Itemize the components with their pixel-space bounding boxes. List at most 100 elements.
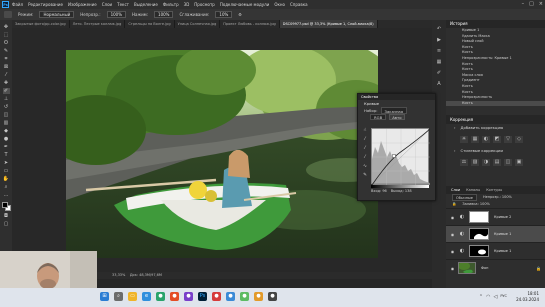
app-icon[interactable]: ● — [240, 292, 249, 301]
tab-document-4[interactable]: Улица Солнечная.jpg — [175, 20, 221, 28]
path-select-tool-icon[interactable]: ➤ — [3, 160, 10, 166]
background-layer-thumbnail[interactable] — [458, 262, 476, 274]
pressure-input[interactable]: 100% — [154, 11, 174, 18]
eyedropper-tool-icon[interactable]: ⁄ — [3, 72, 10, 78]
type-tool-icon[interactable]: T — [3, 152, 10, 158]
minimize-icon[interactable]: – — [522, 1, 525, 7]
eye-icon[interactable]: ◉ — [450, 215, 455, 220]
layer-name[interactable]: Кривые 1 — [494, 249, 511, 253]
menu-edit[interactable]: Редактирование — [28, 2, 63, 7]
mode-dropdown[interactable]: Нормальный — [39, 11, 75, 18]
app-icon[interactable]: ● — [268, 292, 277, 301]
history-item-selected[interactable]: Кисть — [446, 100, 545, 107]
brush-tool-icon[interactable]: ✐ — [2, 88, 10, 94]
tab-document-1[interactable]: Закрытые фото/pp-color.jpg — [12, 20, 70, 28]
marquee-tool-icon[interactable]: ⬚ — [3, 32, 10, 38]
settings-gear-icon[interactable]: ⚙ — [238, 12, 242, 17]
layer-mask-thumbnail[interactable] — [469, 211, 489, 223]
eye-icon[interactable]: ◉ — [450, 266, 455, 271]
quick-mask-icon[interactable]: ◘ — [3, 213, 10, 219]
menu-view[interactable]: Просмотр — [194, 2, 215, 7]
app-icon[interactable]: ● — [170, 292, 179, 301]
history-panel-title[interactable]: История — [446, 20, 545, 28]
history-brush-tool-icon[interactable]: ↺ — [3, 104, 10, 110]
layer-mask-thumbnail[interactable] — [469, 245, 489, 257]
brush-panel-icon[interactable]: ✐ — [436, 70, 443, 77]
photoshop-logo-icon[interactable]: Ps — [2, 1, 9, 8]
chevron-up-icon[interactable]: ⌃ — [479, 294, 483, 300]
layer-row-selected[interactable]: ◉ ◐ Кривые 1 — [446, 225, 545, 242]
swatches-panel-icon[interactable]: ▦ — [436, 59, 443, 66]
channel-dropdown[interactable]: RGB — [370, 114, 387, 120]
white-point-eyedropper-icon[interactable]: ⁄ — [362, 155, 368, 161]
properties-panel-icon[interactable]: ≡ — [436, 48, 443, 55]
channel-mixer-icon[interactable]: ▤ — [493, 159, 501, 166]
taskbar-clock[interactable]: 18:01 24.03.2024 — [516, 291, 539, 303]
color-lookup-icon[interactable]: ◫ — [504, 159, 512, 166]
menu-layer[interactable]: Слои — [102, 2, 112, 7]
quick-select-tool-icon[interactable]: ✎ — [3, 48, 10, 54]
language-indicator[interactable]: РУС — [500, 294, 507, 300]
curves-graph[interactable] — [371, 128, 431, 186]
photo-filter-icon[interactable]: ◑ — [482, 159, 490, 166]
layer-fill[interactable]: Заливка: 100% — [462, 201, 490, 208]
preset-dropdown[interactable]: Заказная — [380, 107, 408, 114]
blur-tool-icon[interactable]: ◆ — [3, 128, 10, 134]
move-tool-icon[interactable]: ✥ — [3, 24, 10, 30]
photo-girl-in-boat[interactable] — [66, 50, 378, 258]
opacity-input[interactable]: 100% — [106, 11, 126, 18]
invert-icon[interactable]: ▣ — [515, 159, 523, 166]
tab-document-3[interactable]: Стрельцы на Волге.jpg — [125, 20, 175, 28]
curves-icon[interactable]: ◐ — [482, 136, 490, 143]
app-icon[interactable]: ● — [156, 292, 165, 301]
screen-mode-icon[interactable]: ▢ — [3, 221, 10, 227]
layer-row[interactable]: ◉ ◐ Кривые 2 — [446, 208, 545, 225]
app-icon[interactable]: ● — [212, 292, 221, 301]
more-tools-icon[interactable]: … — [3, 192, 10, 198]
adjustments-panel-title[interactable]: Коррекция — [446, 116, 545, 124]
auto-button[interactable]: Авто — [389, 114, 405, 120]
menu-help[interactable]: Справка — [290, 2, 308, 7]
blend-mode-dropdown[interactable]: Обычные — [452, 194, 477, 201]
menu-window[interactable]: Окно — [274, 2, 285, 7]
menu-filter[interactable]: Фильтр — [163, 2, 179, 7]
exposure-icon[interactable]: ◩ — [493, 136, 501, 143]
frame-tool-icon[interactable]: ⊠ — [3, 64, 10, 70]
app-icon[interactable]: ● — [184, 292, 193, 301]
tab-document-2[interactable]: Лето. Пестрые коллаж.jpg — [70, 20, 126, 28]
layer-mask-thumbnail[interactable] — [469, 228, 489, 240]
layer-opacity[interactable]: Непрозр.: 100% — [483, 194, 512, 201]
levels-icon[interactable]: ▦ — [471, 136, 479, 143]
gradient-tool-icon[interactable]: ▥ — [3, 120, 10, 126]
curve-pencil-icon[interactable]: ✎ — [362, 173, 368, 179]
foreground-color-swatch[interactable] — [1, 202, 8, 208]
layer-row[interactable]: ◉ Фон 🔒 — [446, 259, 545, 276]
character-panel-icon[interactable]: A — [436, 81, 443, 88]
search-icon[interactable]: ⌕ — [114, 292, 123, 301]
eye-icon[interactable]: ◉ — [450, 232, 455, 237]
smoothing-input[interactable]: 10% — [215, 11, 233, 18]
brush-preset-icon[interactable] — [4, 11, 12, 18]
gray-point-eyedropper-icon[interactable]: ⁄ — [362, 146, 368, 152]
windows-start-icon[interactable]: ⊞ — [100, 292, 109, 301]
target-adjust-icon[interactable]: ☝ — [362, 128, 368, 134]
menu-image[interactable]: Изображение — [68, 2, 97, 7]
chevron-down-icon[interactable]: › — [454, 124, 456, 132]
edge-browser-icon[interactable]: e — [142, 292, 151, 301]
maximize-icon[interactable]: □ — [529, 1, 534, 7]
black-white-icon[interactable]: ▨ — [471, 159, 479, 166]
zoom-level[interactable]: 33,33% — [112, 273, 125, 277]
layer-name[interactable]: Кривые 1 — [494, 232, 511, 236]
layer-name[interactable]: Фон — [481, 266, 488, 270]
dodge-tool-icon[interactable]: ● — [3, 136, 10, 142]
pen-tool-icon[interactable]: ✒ — [3, 144, 10, 150]
lasso-tool-icon[interactable]: ʘ — [3, 40, 10, 46]
brightness-icon[interactable]: ☀ — [460, 136, 468, 143]
zoom-tool-icon[interactable]: ⌕ — [3, 184, 10, 190]
tab-layers[interactable]: Слои — [451, 187, 460, 194]
chevron-down-icon[interactable]: › — [454, 147, 456, 155]
menu-3d[interactable]: 3D — [184, 2, 190, 7]
vibrance-icon[interactable]: ▽ — [504, 136, 512, 143]
clone-stamp-tool-icon[interactable]: ⊥ — [3, 96, 10, 102]
hue-saturation-icon[interactable]: ◇ — [515, 136, 523, 143]
